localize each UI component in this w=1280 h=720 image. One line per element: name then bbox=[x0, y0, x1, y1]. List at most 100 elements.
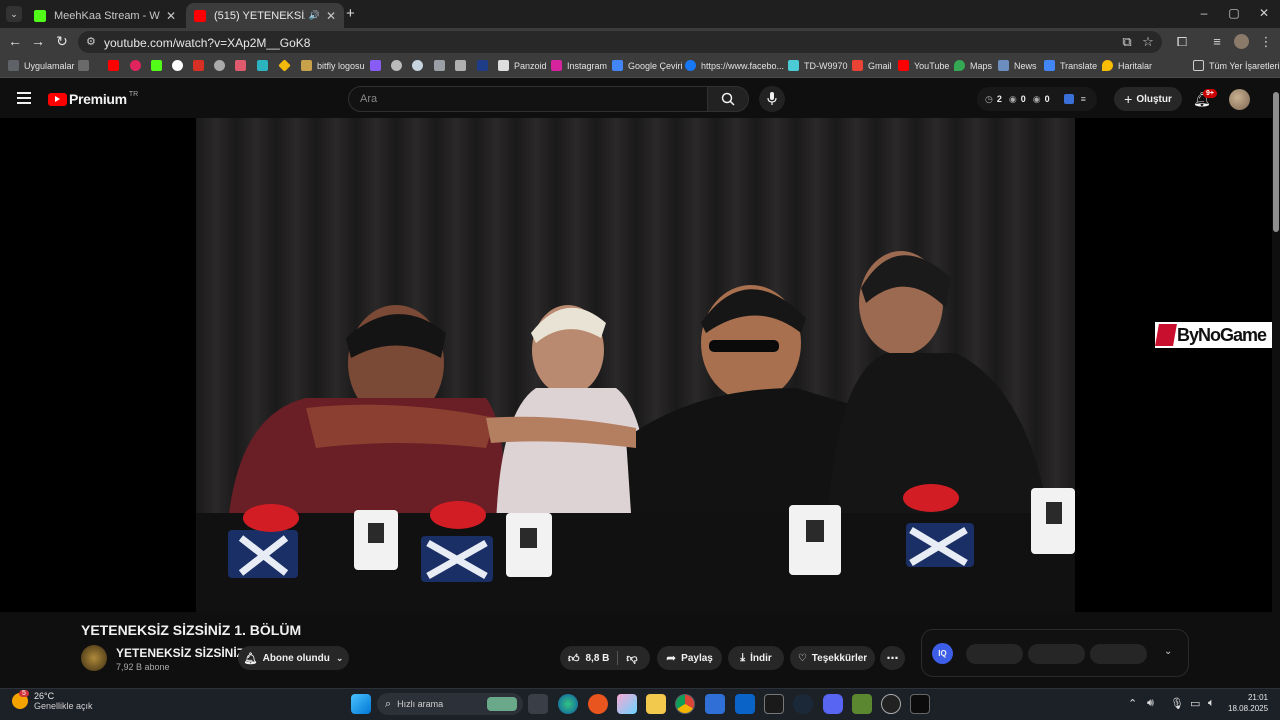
iq-slot-1[interactable] bbox=[966, 644, 1023, 664]
bookmark-app3[interactable] bbox=[235, 60, 251, 71]
channel-name[interactable]: YETENEKSİZ SİZSİNİZ bbox=[116, 646, 244, 660]
more-actions-button[interactable]: ⋯ bbox=[880, 646, 905, 670]
bookmark-bitfly[interactable]: bitfly logosu bbox=[301, 60, 365, 71]
bookmark-maps[interactable]: Maps bbox=[954, 60, 992, 71]
bookmark-grid[interactable] bbox=[78, 60, 94, 71]
install-app-icon[interactable]: ⧉ bbox=[1119, 34, 1135, 50]
discord-icon[interactable] bbox=[823, 694, 843, 714]
bookmark-star-icon[interactable]: ☆ bbox=[1140, 34, 1156, 50]
bookmark-youtube-icon[interactable] bbox=[108, 60, 124, 71]
media-control-icon[interactable]: ≡ bbox=[1209, 34, 1225, 49]
bookmark-app8[interactable] bbox=[434, 60, 450, 71]
extension-counters[interactable]: ◷ 2 ◉ 0 ◉ 0 ≡ bbox=[977, 87, 1097, 111]
download-button[interactable]: ⤓ İndir bbox=[728, 646, 784, 670]
bookmark-instagram[interactable]: Instagram bbox=[551, 60, 607, 71]
close-window-icon[interactable]: ✕ bbox=[1256, 6, 1272, 20]
menu-kebab-icon[interactable]: ⋮ bbox=[1258, 34, 1274, 50]
bookmark-app1[interactable] bbox=[193, 60, 209, 71]
like-button[interactable]: 👍︎ 8,8 B bbox=[568, 652, 609, 665]
windows-start-icon[interactable] bbox=[351, 694, 371, 714]
microphone-icon[interactable]: 🎙︎ bbox=[1170, 697, 1184, 710]
tab-search-button[interactable]: ⌄ bbox=[6, 6, 22, 22]
voice-search-button[interactable] bbox=[759, 86, 785, 112]
dislike-button[interactable]: 👎︎ bbox=[626, 652, 637, 665]
speaker-icon[interactable]: 🔊︎ bbox=[1147, 697, 1154, 710]
chrome-icon[interactable] bbox=[675, 694, 695, 714]
subscribed-button[interactable]: 🔔︎ Abone olundu ⌄ bbox=[238, 646, 349, 670]
epic-games-icon[interactable] bbox=[764, 694, 784, 714]
iq-badge[interactable]: IQ bbox=[932, 643, 953, 664]
bookmark-tdw9970[interactable]: TD-W9970 bbox=[788, 60, 848, 71]
close-tab-icon[interactable]: ✕ bbox=[326, 9, 336, 23]
bookmark-kick[interactable] bbox=[151, 60, 167, 71]
bookmark-facebook[interactable]: https://www.facebo... bbox=[685, 60, 784, 71]
search-input[interactable]: Ara bbox=[348, 86, 708, 112]
thanks-button[interactable]: ♡ Teşekkürler bbox=[790, 646, 875, 670]
volume-icon[interactable]: 🔈︎ bbox=[1208, 697, 1215, 710]
url-text[interactable]: youtube.com/watch?v=XAp2M__GoK8 bbox=[104, 36, 310, 50]
bookmark-panzoid[interactable]: Panzoid bbox=[498, 60, 547, 71]
channel-avatar[interactable] bbox=[81, 645, 107, 671]
scrollbar-thumb[interactable] bbox=[1273, 92, 1279, 232]
search-button[interactable] bbox=[707, 86, 749, 112]
notifications-button[interactable]: 🔔︎ 9+ bbox=[1193, 89, 1217, 109]
steam-icon[interactable] bbox=[793, 694, 813, 714]
bookmark-gmail[interactable]: Gmail bbox=[852, 60, 892, 71]
audio-playing-icon[interactable]: 🔊 bbox=[309, 10, 320, 21]
hamburger-menu-icon[interactable] bbox=[17, 92, 31, 104]
bookmark-app9[interactable] bbox=[455, 60, 471, 71]
reload-icon[interactable]: ↻ bbox=[53, 33, 71, 50]
bookmark-google[interactable] bbox=[172, 60, 188, 71]
clock[interactable]: 21:01 18.08.2025 bbox=[1228, 692, 1268, 714]
weather-widget[interactable]: 5 26°C Genellikle açık bbox=[12, 690, 93, 711]
bookmark-app4[interactable] bbox=[257, 60, 273, 71]
tab-title: MeehKaa Stream - Watch Live o bbox=[54, 9, 160, 22]
tray-chevron-icon[interactable]: ⌃ bbox=[1128, 697, 1137, 710]
bookmark-apps[interactable]: Uygulamalar bbox=[8, 60, 75, 71]
outlook-icon[interactable] bbox=[735, 694, 755, 714]
bookmark-haritalar[interactable]: Haritalar bbox=[1102, 60, 1152, 71]
store-icon[interactable] bbox=[705, 694, 725, 714]
restore-icon[interactable]: ▢ bbox=[1226, 6, 1242, 20]
close-tab-icon[interactable]: ✕ bbox=[166, 9, 176, 23]
minecraft-icon[interactable] bbox=[852, 694, 872, 714]
site-info-icon[interactable]: ⚙ bbox=[86, 35, 96, 48]
tab-meehkaa[interactable]: MeehKaa Stream - Watch Live o ✕ bbox=[26, 3, 184, 28]
tab-youtube[interactable]: (515) YETENEKSİZ SİZSİNİZ 🔊 ✕ bbox=[186, 3, 344, 28]
bookmark-youtube[interactable]: YouTube bbox=[898, 60, 949, 71]
terminal-icon[interactable] bbox=[910, 694, 930, 714]
taskbar-search[interactable]: ⌕ Hızlı arama bbox=[377, 693, 523, 715]
bookmark-red[interactable] bbox=[130, 60, 146, 71]
display-icon[interactable]: ▭ bbox=[1190, 697, 1200, 710]
new-tab-button[interactable]: + bbox=[346, 5, 355, 22]
profile-avatar[interactable] bbox=[1234, 34, 1249, 49]
iq-slot-2[interactable] bbox=[1028, 644, 1085, 664]
forward-icon[interactable]: → bbox=[29, 33, 47, 49]
app-orange-icon[interactable] bbox=[588, 694, 608, 714]
extensions-icon[interactable]: ⧠ bbox=[1174, 34, 1190, 50]
bookmark-steam[interactable] bbox=[412, 60, 428, 71]
all-bookmarks-folder[interactable]: Tüm Yer İşaretleri bbox=[1193, 60, 1280, 71]
bookmark-app5[interactable] bbox=[278, 59, 295, 72]
video-frame[interactable] bbox=[196, 118, 1075, 612]
file-explorer-icon[interactable] bbox=[646, 694, 666, 714]
bookmark-app10[interactable] bbox=[477, 60, 493, 71]
iq-expand-chevron-icon[interactable]: ⌄ bbox=[1164, 646, 1172, 657]
obs-icon[interactable] bbox=[881, 694, 901, 714]
edge-icon[interactable] bbox=[558, 694, 578, 714]
youtube-logo[interactable]: Premium TR bbox=[48, 91, 138, 107]
bookmark-news[interactable]: News bbox=[998, 60, 1037, 71]
share-button[interactable]: ➦ Paylaş bbox=[657, 646, 722, 670]
bookmark-app7[interactable] bbox=[391, 60, 407, 71]
bookmark-translate[interactable]: Translate bbox=[1044, 60, 1097, 71]
task-view-icon[interactable] bbox=[528, 694, 548, 714]
bookmark-app2[interactable] bbox=[214, 60, 230, 71]
bookmark-google-ceviri[interactable]: Google Çeviri bbox=[612, 60, 683, 71]
account-avatar[interactable] bbox=[1229, 89, 1250, 110]
back-icon[interactable]: ← bbox=[6, 33, 24, 49]
copilot-icon[interactable] bbox=[617, 694, 637, 714]
create-button[interactable]: + Oluştur bbox=[1114, 87, 1182, 111]
bookmark-app6[interactable] bbox=[370, 60, 386, 71]
iq-slot-3[interactable] bbox=[1090, 644, 1147, 664]
minimize-icon[interactable]: – bbox=[1196, 6, 1212, 20]
